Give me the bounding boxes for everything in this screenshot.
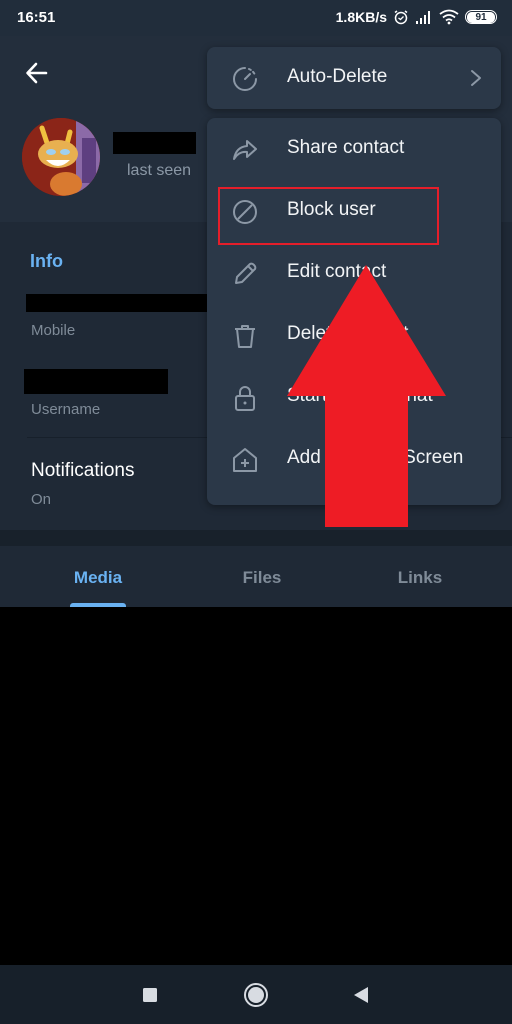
menu-item-auto-delete[interactable]: Auto-Delete (207, 47, 501, 109)
menu-item-label: Add to Home Screen (287, 447, 464, 468)
menu-item-add-home-screen[interactable]: Add to Home Screen (207, 428, 501, 490)
system-nav-bar (0, 965, 512, 1024)
tab-links[interactable]: Links (360, 568, 480, 588)
wifi-icon (439, 9, 459, 25)
status-bar: 16:51 1.8KB/s 91 (0, 0, 512, 36)
username-label: Username (31, 401, 101, 418)
notifications-label[interactable]: Notifications (31, 460, 135, 482)
home-add-icon (233, 448, 257, 472)
pencil-icon (235, 262, 257, 284)
menu-item-delete-contact[interactable]: Delete contact (207, 304, 501, 366)
menu-item-label: Auto-Delete (287, 66, 388, 87)
phone-number-redacted[interactable] (26, 294, 209, 312)
timer-icon (233, 67, 257, 91)
actions-card: Share contact Block user Edit contact De… (207, 118, 501, 505)
menu-item-label: Share contact (287, 137, 405, 158)
alarm-icon (393, 9, 409, 25)
contact-name-redacted (113, 132, 196, 154)
tab-files[interactable]: Files (202, 568, 322, 588)
lock-icon (235, 386, 255, 411)
media-content (0, 607, 512, 965)
square-icon (143, 988, 157, 1002)
circle-icon (244, 983, 268, 1007)
menu-item-secret-chat[interactable]: Start Secret Chat (207, 366, 501, 428)
avatar-image (22, 118, 100, 196)
username-redacted[interactable] (24, 369, 168, 394)
network-speed: 1.8KB/s (335, 9, 387, 25)
highlight-box-block-user (218, 187, 439, 245)
battery-level: 91 (467, 12, 495, 23)
signal-icon (415, 10, 433, 24)
status-icons: 1.8KB/s 91 (336, 9, 497, 25)
auto-delete-card: Auto-Delete (207, 47, 501, 109)
arrow-left-icon (26, 62, 48, 84)
info-title: Info (30, 251, 63, 271)
menu-item-label: Start Secret Chat (287, 385, 433, 406)
menu-item-label: Delete contact (287, 323, 409, 344)
section-gap (0, 530, 512, 546)
back-nav-button[interactable] (347, 981, 375, 1009)
share-icon (233, 140, 257, 160)
media-tabs: Media Files Links (0, 546, 512, 607)
home-button[interactable] (242, 981, 270, 1009)
recents-button[interactable] (136, 981, 164, 1009)
chevron-right-icon (471, 70, 481, 86)
overflow-menu: Auto-Delete Share contact Block user Edi… (207, 47, 501, 505)
phone-label: Mobile (31, 322, 76, 339)
menu-item-label: Edit contact (287, 261, 387, 282)
avatar[interactable] (22, 118, 100, 196)
menu-item-share-contact[interactable]: Share contact (207, 118, 501, 180)
last-seen-status: last seen (127, 162, 192, 179)
status-time: 16:51 (17, 9, 56, 26)
notifications-status: On (31, 491, 52, 508)
trash-icon (235, 325, 255, 348)
tab-media[interactable]: Media (38, 568, 158, 588)
battery-indicator: 91 (465, 10, 497, 24)
back-button[interactable] (24, 60, 50, 86)
menu-item-edit-contact[interactable]: Edit contact (207, 242, 501, 304)
triangle-back-icon (354, 987, 368, 1003)
